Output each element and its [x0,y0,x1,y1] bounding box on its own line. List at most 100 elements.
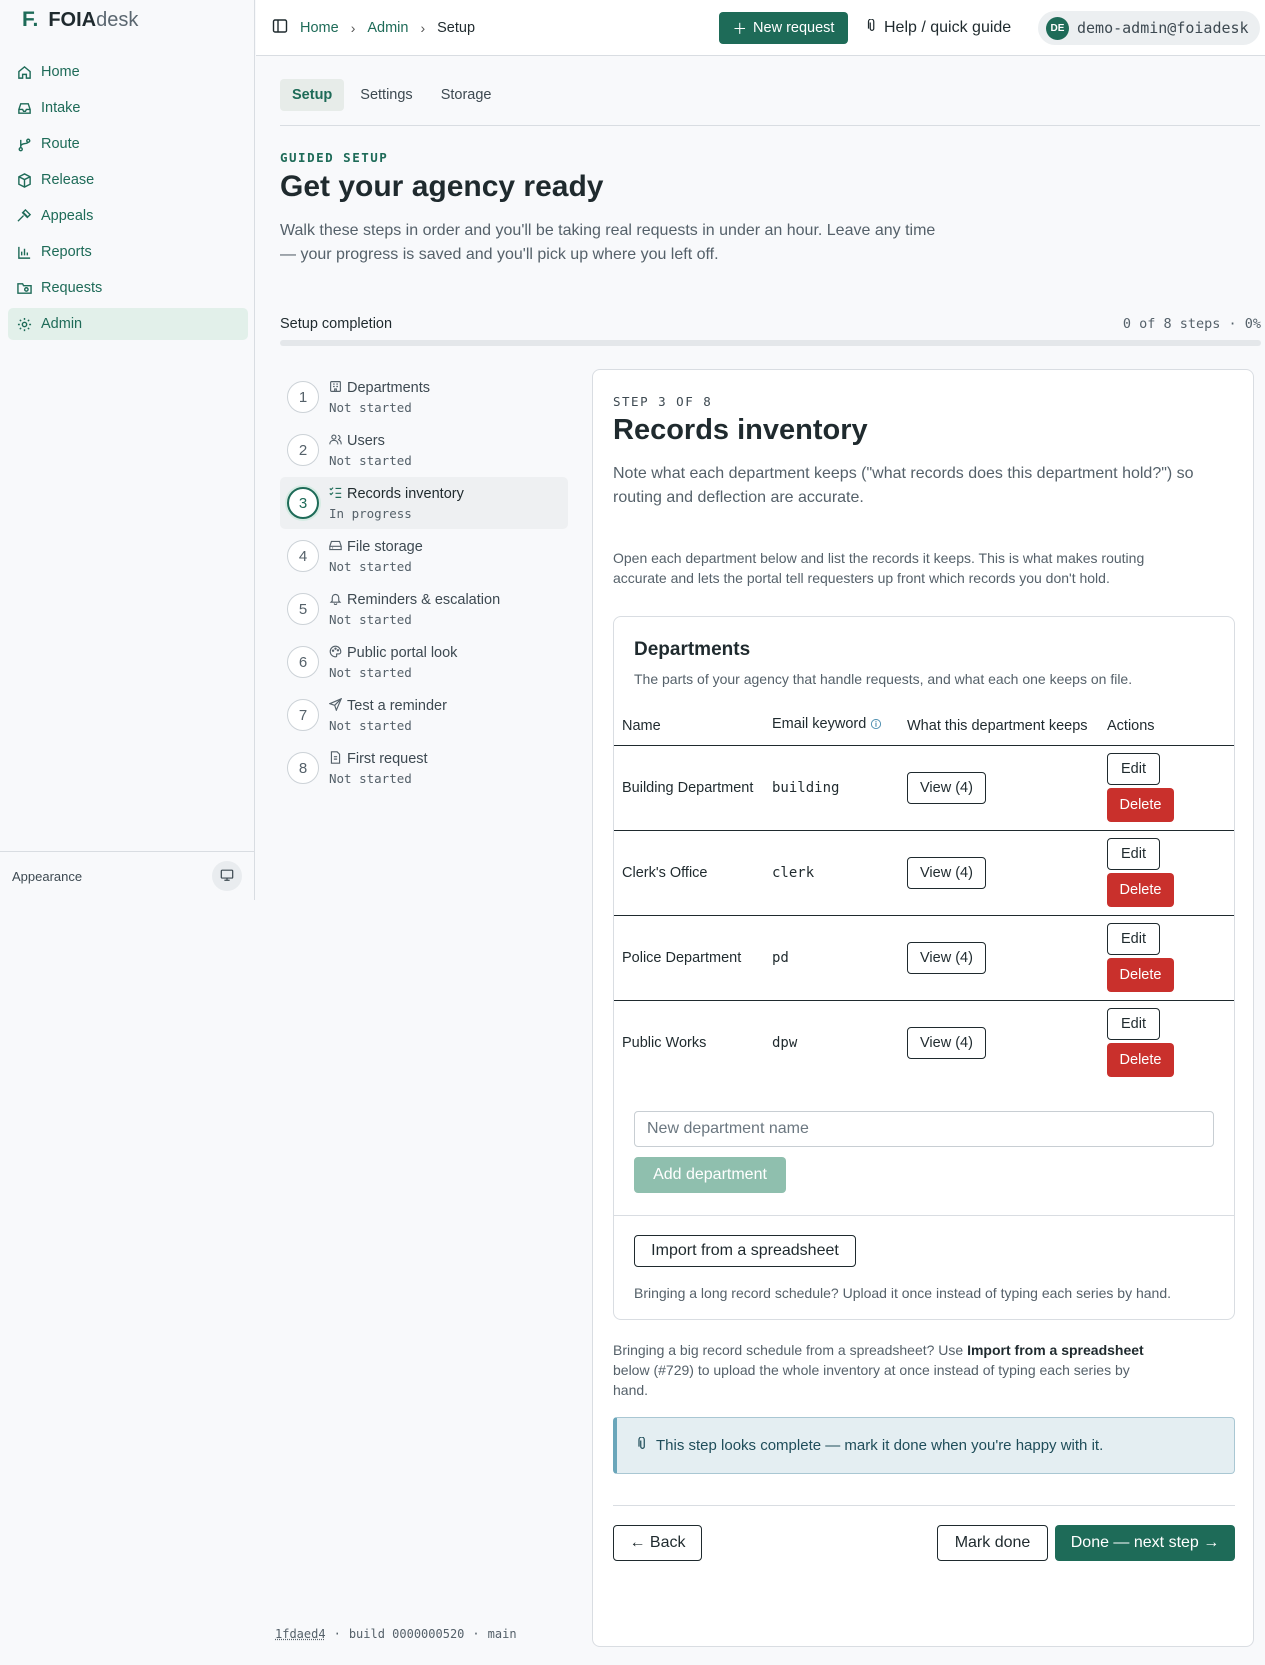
dept-name: Building Department [614,745,764,831]
progress-label: Setup completion [280,316,393,332]
import-hint: Bringing a big record schedule from a sp… [613,1342,1144,1398]
dept-keyword: building [764,745,899,831]
sidebar-item-route[interactable]: Route [8,128,248,160]
building-icon [329,380,342,397]
sidebar-item-admin[interactable]: Admin [8,308,248,340]
sidebar-item-reports[interactable]: Reports [8,236,248,268]
step-number: 3 [287,487,319,519]
delete-button[interactable]: Delete [1107,1043,1174,1078]
step-item-first-request[interactable]: 8 First request Not started [280,742,568,794]
chevron-right-icon: › [350,19,356,36]
step-status: Not started [329,452,412,468]
users-icon [329,433,342,450]
sidebar-nav: Home Intake Route Release Appeals Report… [8,56,248,344]
step-status: In progress [329,505,412,521]
step-lede: Note what each department keeps ("what r… [613,465,1194,506]
step-status: Not started [329,399,412,415]
step-item-reminders[interactable]: 5 Reminders & escalation Not started [280,583,568,635]
table-header-row: Name Email keyword 🛈 What this departmen… [614,707,1234,746]
sidebar-item-home[interactable]: Home [8,56,248,88]
step-status: Not started [329,770,412,786]
view-records-button[interactable]: View (4) [907,941,986,974]
appearance-toggle[interactable] [212,861,242,891]
breadcrumb: Home › Admin › Setup [272,0,475,55]
user-menu[interactable]: DE demo-admin@foiadesk [1038,11,1260,45]
delete-button[interactable]: Delete [1107,788,1174,822]
sidebar-item-appeals[interactable]: Appeals [8,200,248,232]
file-icon [329,750,342,768]
delete-button[interactable]: Delete [1107,958,1174,992]
clip-icon [866,17,878,38]
next-step-button[interactable]: Done — next step → [1055,1525,1235,1561]
edit-button[interactable]: Edit [1107,1008,1160,1041]
table-row: Public Works dpw View (4) Edit Delete [614,1000,1234,1085]
delete-button[interactable]: Delete [1107,873,1174,907]
edit-button[interactable]: Edit [1107,753,1160,785]
divider [614,1215,1234,1216]
completion-alert: This step looks complete — mark it done … [613,1417,1235,1474]
edit-button[interactable]: Edit [1107,923,1160,955]
departments-heading: Departments [634,639,751,660]
add-department-button[interactable]: Add department [634,1157,786,1193]
plus-icon: ＋ [732,21,748,38]
step-item-departments[interactable]: 1 Departments Not started [280,371,568,423]
view-records-button[interactable]: View (4) [907,856,986,889]
mark-done-button[interactable]: Mark done [937,1525,1048,1561]
commit-hash[interactable]: 1fdaed4 [275,1627,326,1641]
build-info: 1fdaed4 · build 0000000520 · main [275,1627,517,1641]
admin-tabs: Setup Settings Storage [280,79,1260,126]
edit-button[interactable]: Edit [1107,838,1160,870]
new-request-button[interactable]: ＋ New request [719,12,848,44]
dept-name: Police Department [614,915,764,1001]
help-guide-link[interactable]: Help / quick guide [866,12,1011,44]
import-spreadsheet-button[interactable]: Import from a spreadsheet [634,1235,856,1267]
column-header-actions: Actions [1099,707,1234,746]
info-icon[interactable]: 🛈 [870,719,881,731]
separator: · [333,1627,341,1641]
brand-logo[interactable]: F. FOIAdesk [22,8,138,32]
monitor-icon [220,868,234,885]
progress-count: 0 of 8 steps · 0% [1122,316,1261,332]
step-item-file-storage[interactable]: 4 File storage Not started [280,530,568,582]
sidebar-item-intake[interactable]: Intake [8,92,248,124]
sidebar-item-release[interactable]: Release [8,164,248,196]
dept-keyword: pd [764,915,899,1001]
step-title: Reminders & escalation [347,592,501,608]
brand-mark: F. [22,8,39,31]
new-department-input[interactable]: New department name [634,1111,1214,1147]
step-item-test-reminder[interactable]: 7 Test a reminder Not started [280,689,568,741]
view-records-button[interactable]: View (4) [907,771,986,804]
step-item-users[interactable]: 2 Users Not started [280,424,568,476]
step-status: Not started [329,717,412,733]
divider [613,1505,1235,1506]
step-item-public-portal[interactable]: 6 Public portal look Not started [280,636,568,688]
tab-storage[interactable]: Storage [429,79,504,111]
step-title: Records inventory [347,486,464,502]
dept-name: Clerk's Office [614,830,764,916]
step-item-records-inventory[interactable]: 3 Records inventory In progress [280,477,568,529]
git-branch-icon [16,136,32,152]
tab-settings[interactable]: Settings [348,79,424,111]
departments-subtitle: The parts of your agency that handle req… [634,671,1133,687]
folder-search-icon [16,280,32,296]
home-icon [16,64,32,80]
breadcrumb-admin[interactable]: Admin [367,20,408,36]
step-title: Public portal look [347,645,458,661]
back-button[interactable]: ← Back [613,1525,702,1561]
sidebar-item-label: Reports [41,244,92,260]
send-icon [328,697,343,715]
progress-bar [280,340,1261,346]
sidebar-item-requests[interactable]: Requests [8,272,248,304]
breadcrumb-home[interactable]: Home [300,20,339,36]
sidebar-toggle-icon[interactable] [272,18,288,38]
inbox-icon [16,100,32,116]
column-header-email-keyword: Email keyword 🛈 [764,707,899,746]
import-note: Bringing a long record schedule? Upload … [634,1285,1172,1301]
breadcrumb-current: Setup [437,19,476,36]
step-number: 8 [287,752,319,784]
view-records-button[interactable]: View (4) [907,1026,986,1059]
tab-setup[interactable]: Setup [280,79,345,111]
column-header-name: Name [614,707,764,746]
step-number: 5 [287,593,319,625]
sidebar-item-label: Home [41,64,80,80]
